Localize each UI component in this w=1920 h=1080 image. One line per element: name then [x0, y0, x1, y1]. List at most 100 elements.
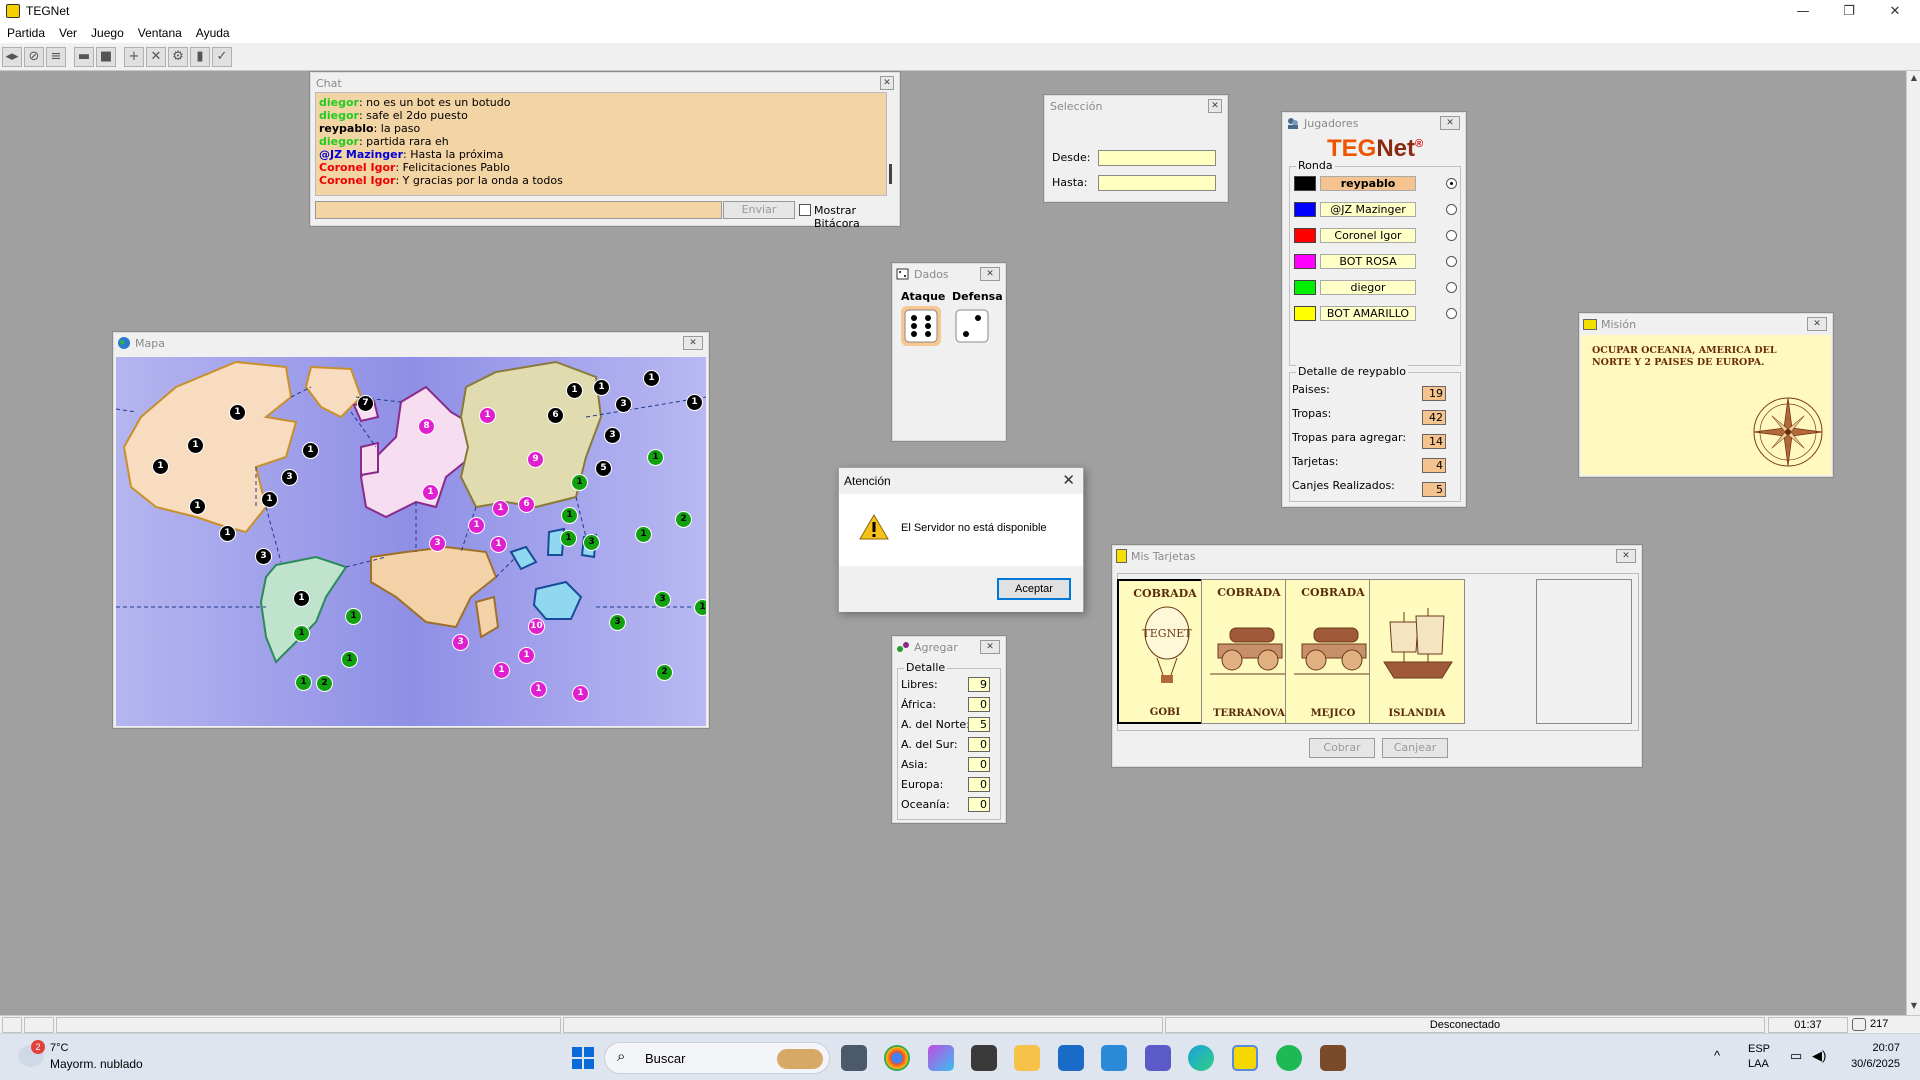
army-token[interactable]: 1	[479, 407, 496, 424]
army-token[interactable]: 1	[643, 370, 660, 387]
player-radio[interactable]	[1446, 204, 1457, 215]
card-icon[interactable]: ▮	[190, 46, 210, 67]
territory-card[interactable]: COBRADA TERRANOVA	[1201, 579, 1297, 724]
army-token[interactable]: 2	[656, 664, 673, 681]
army-token[interactable]: 1	[572, 685, 589, 702]
army-token[interactable]: 1	[490, 536, 507, 553]
army-token[interactable]: 1	[345, 608, 362, 625]
maximize-button[interactable]: ❐	[1826, 0, 1872, 22]
copilot-icon[interactable]	[928, 1045, 954, 1071]
menu-partida[interactable]: Partida	[0, 26, 52, 40]
army-token[interactable]: 3	[654, 591, 671, 608]
menu-ver[interactable]: Ver	[52, 26, 84, 40]
desde-field[interactable]	[1098, 150, 1216, 166]
dados-close-button[interactable]: ✕	[980, 267, 1000, 281]
stop-icon[interactable]: ■	[96, 46, 116, 67]
army-token[interactable]: 1	[566, 382, 583, 399]
chat-close-button[interactable]: ✕	[880, 76, 894, 90]
chat-input[interactable]	[315, 201, 722, 219]
jugadores-close-button[interactable]: ✕	[1440, 116, 1460, 130]
army-token[interactable]: 1	[635, 526, 652, 543]
army-token[interactable]: 1	[694, 599, 706, 616]
army-token[interactable]: 1	[571, 474, 588, 491]
army-token[interactable]: 1	[561, 507, 578, 524]
player-radio[interactable]	[1446, 308, 1457, 319]
show-log-checkbox[interactable]	[799, 204, 811, 216]
edge-icon[interactable]	[1188, 1045, 1214, 1071]
minimize-button[interactable]: —	[1780, 0, 1826, 22]
end-turn-icon[interactable]: ✓	[212, 46, 232, 67]
taskbar-search-box[interactable]: ⌕ Buscar	[604, 1042, 830, 1074]
territory-card[interactable]: COBRADA TEGNET GOBI	[1117, 579, 1213, 724]
outlook-icon[interactable]	[1058, 1045, 1084, 1071]
army-token[interactable]: 1	[593, 379, 610, 396]
scroll-down-icon[interactable]: ▼	[1908, 1001, 1920, 1013]
tarjetas-close-button[interactable]: ✕	[1616, 549, 1636, 563]
world-map[interactable]: 1711131113819116131111163351111312111112…	[116, 357, 706, 726]
seleccion-close-button[interactable]: ✕	[1208, 99, 1222, 113]
canjear-button[interactable]: Canjear	[1382, 738, 1448, 758]
army-token[interactable]: 1	[152, 458, 169, 475]
menu-juego[interactable]: Juego	[84, 26, 131, 40]
army-token[interactable]: 1	[293, 590, 310, 607]
teams-icon[interactable]	[1145, 1045, 1171, 1071]
army-token[interactable]: 7	[357, 395, 374, 412]
start-icon[interactable]: ▬	[74, 46, 94, 67]
player-radio[interactable]	[1446, 282, 1457, 293]
clock-time[interactable]: 20:07	[1860, 1042, 1900, 1054]
army-token[interactable]: 1	[261, 491, 278, 508]
army-token[interactable]: 6	[547, 407, 564, 424]
army-token[interactable]: 1	[189, 498, 206, 515]
army-token[interactable]: 1	[492, 500, 509, 517]
army-token[interactable]: 1	[187, 437, 204, 454]
army-token[interactable]: 1	[293, 625, 310, 642]
player-radio[interactable]	[1446, 256, 1457, 267]
army-token[interactable]: 8	[418, 418, 435, 435]
player-row[interactable]: reypablo	[1290, 175, 1460, 193]
disconnect-icon[interactable]: ⊘	[24, 46, 44, 67]
army-token[interactable]: 9	[527, 451, 544, 468]
vertical-scrollbar[interactable]: ▲ ▼	[1906, 71, 1920, 1015]
army-token[interactable]: 1	[530, 681, 547, 698]
regroup-icon[interactable]: ⚙	[168, 46, 188, 67]
attack-icon[interactable]: ✕	[146, 46, 166, 67]
power-automate-icon[interactable]	[1101, 1045, 1127, 1071]
file-explorer-icon[interactable]	[1014, 1045, 1040, 1071]
army-token[interactable]: 3	[583, 534, 600, 551]
add-icon[interactable]: +	[124, 46, 144, 67]
army-token[interactable]: 1	[468, 517, 485, 534]
volume-icon[interactable]: ◀)	[1812, 1048, 1826, 1064]
army-token[interactable]: 3	[429, 535, 446, 552]
player-row[interactable]: diegor	[1290, 279, 1460, 297]
army-token[interactable]: 1	[295, 674, 312, 691]
hasta-field[interactable]	[1098, 175, 1216, 191]
army-token[interactable]: 3	[615, 396, 632, 413]
connect-icon[interactable]: ◂▸	[2, 46, 22, 67]
player-row[interactable]: Coronel Igor	[1290, 227, 1460, 245]
army-token[interactable]: 1	[341, 651, 358, 668]
network-icon[interactable]: ▭	[1790, 1048, 1802, 1064]
tray-overflow-icon[interactable]: ^	[1714, 1048, 1720, 1063]
army-token[interactable]: 5	[595, 460, 612, 477]
agregar-close-button[interactable]: ✕	[980, 640, 1000, 654]
chat-scroll-thumb[interactable]	[889, 164, 892, 184]
army-token[interactable]: 3	[452, 634, 469, 651]
language-indicator[interactable]: ESP	[1748, 1043, 1770, 1055]
task-view-icon[interactable]	[841, 1045, 867, 1071]
territory-card[interactable]: COBRADA MEJICO	[1285, 579, 1381, 724]
army-token[interactable]: 1	[560, 530, 577, 547]
army-token[interactable]: 3	[609, 614, 626, 631]
army-token[interactable]: 1	[518, 647, 535, 664]
player-radio[interactable]	[1446, 230, 1457, 241]
clock-date[interactable]: 30/6/2025	[1836, 1058, 1900, 1070]
army-token[interactable]: 10	[528, 618, 545, 635]
player-radio[interactable]	[1446, 178, 1457, 189]
army-token[interactable]: 2	[316, 675, 333, 692]
mision-close-button[interactable]: ✕	[1807, 317, 1827, 331]
army-token[interactable]: 1	[219, 525, 236, 542]
menu-ayuda[interactable]: Ayuda	[189, 26, 237, 40]
send-button[interactable]: Enviar	[723, 201, 795, 219]
tegnet-taskbar-icon[interactable]	[1232, 1045, 1258, 1071]
player-row[interactable]: BOT AMARILLO	[1290, 305, 1460, 323]
menu-ventana[interactable]: Ventana	[131, 26, 189, 40]
